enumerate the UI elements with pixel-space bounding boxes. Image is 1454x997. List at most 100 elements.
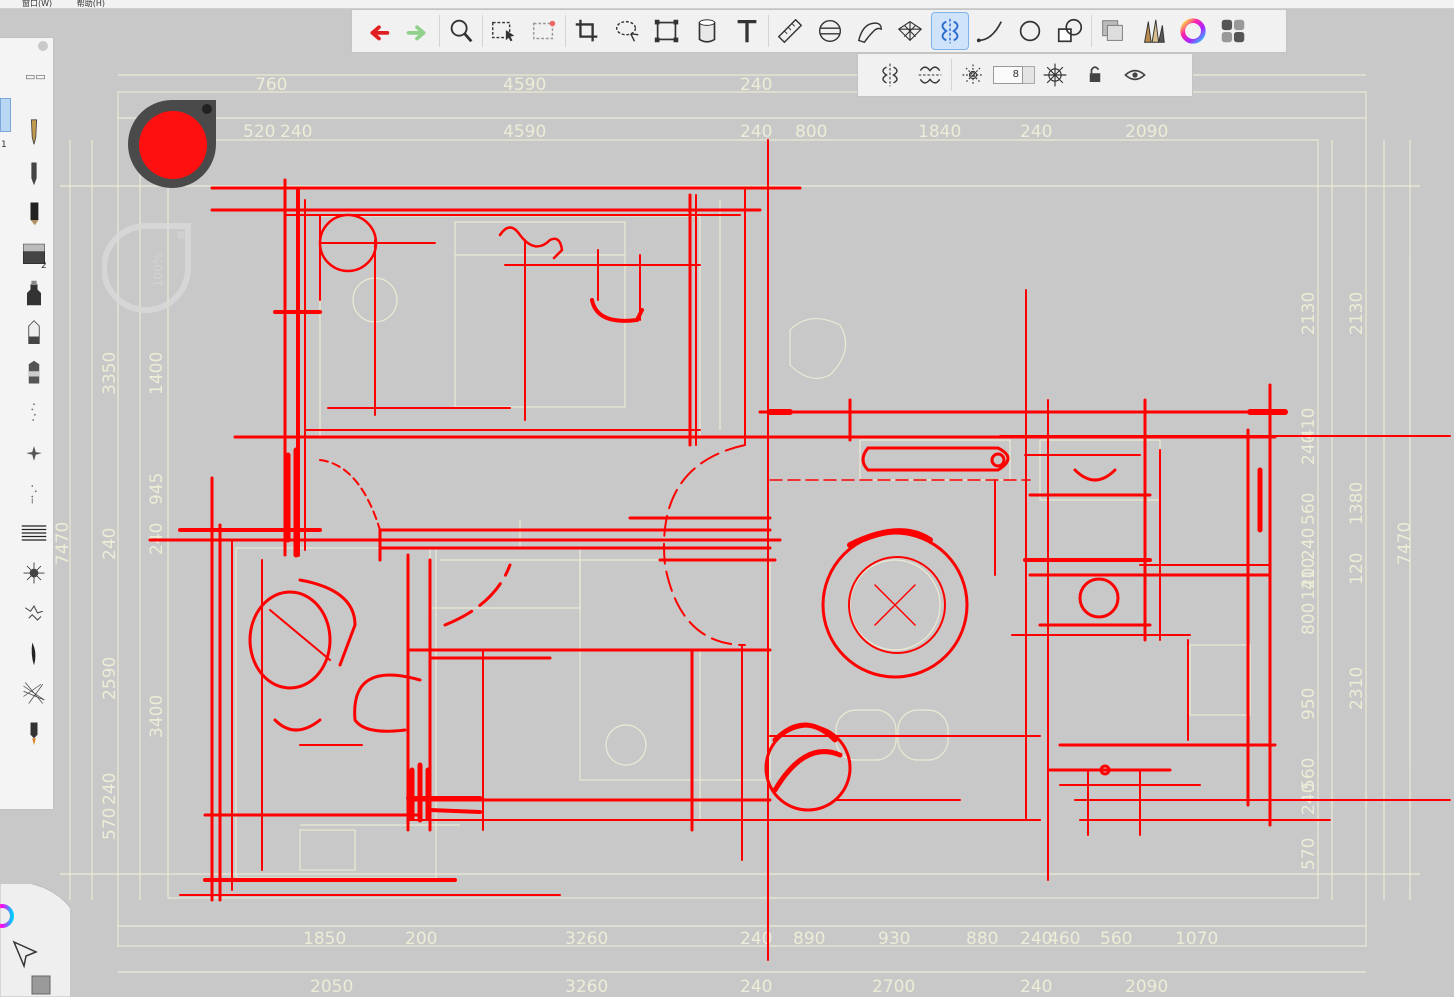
shapes-button[interactable]	[1051, 12, 1089, 50]
dimension-label: 800	[795, 122, 827, 142]
spray-nozzle-icon[interactable]	[20, 316, 48, 350]
dimension-label: 2700	[872, 977, 915, 997]
eye-icon[interactable]	[1115, 57, 1155, 93]
dimension-label: 4590	[503, 122, 546, 142]
dimension-label: 240	[1020, 977, 1052, 997]
stroke-button[interactable]	[971, 12, 1009, 50]
fill-bucket-icon	[698, 19, 716, 43]
smudge-brush-icon[interactable]	[20, 716, 48, 750]
ruler-button[interactable]	[771, 12, 809, 50]
axis-count-field[interactable]: 8	[993, 66, 1023, 84]
brush-size-puck[interactable]: 100%	[102, 222, 194, 314]
marker-icon[interactable]	[20, 196, 48, 230]
dimension-label: 570	[1299, 838, 1319, 870]
current-color-swatch	[139, 111, 207, 179]
close-icon[interactable]	[38, 41, 48, 51]
symmetry-icon	[941, 18, 959, 44]
color-button[interactable]	[1174, 12, 1212, 50]
symmetry-wave-icon[interactable]	[910, 57, 950, 93]
dimension-label: 240	[1299, 433, 1319, 465]
dimension-label: 880	[966, 929, 998, 949]
transform-button[interactable]	[648, 12, 686, 50]
dimension-label: 240	[100, 773, 120, 805]
dimension-label: 2130	[1299, 292, 1319, 335]
dimension-label: 2130	[1347, 292, 1367, 335]
symmetry-options-bar: 8	[857, 53, 1193, 97]
symmetry-y-icon[interactable]	[870, 57, 910, 93]
layers-button[interactable]	[1094, 12, 1132, 50]
redo-button[interactable]	[399, 12, 437, 50]
ellipse-guide-button[interactable]	[811, 12, 849, 50]
select-button[interactable]	[485, 12, 523, 50]
layers-icon[interactable]	[31, 975, 51, 995]
dimension-label: 3350	[100, 352, 120, 395]
dimension-label: 240	[100, 528, 120, 560]
lasso-icon	[615, 20, 639, 42]
dimension-label: 120	[1299, 568, 1319, 600]
dimension-label: 3400	[147, 695, 167, 738]
dimension-label: 760	[255, 75, 287, 95]
scatter-brush-icon[interactable]	[20, 476, 48, 510]
brush-count: 1	[1, 140, 7, 150]
red-sketch-strokes	[148, 139, 1451, 961]
layers-icon	[1102, 20, 1123, 41]
lagoon-menu[interactable]	[0, 884, 70, 997]
color-puck[interactable]	[128, 98, 220, 190]
dimension-label: 2590	[100, 657, 120, 700]
menu-help[interactable]: 帮助(H)	[77, 0, 105, 8]
shape-button[interactable]	[1011, 12, 1049, 50]
zoom-button[interactable]	[442, 12, 480, 50]
undo-button[interactable]	[359, 12, 397, 50]
star-brush-icon[interactable]	[20, 436, 48, 470]
dimension-label: 240	[1299, 783, 1319, 815]
swatch-grid-icon	[1221, 19, 1245, 43]
dimension-label: 2310	[1347, 667, 1367, 710]
pencil-icon[interactable]	[20, 156, 48, 190]
lasso-button[interactable]	[608, 12, 646, 50]
lock-icon[interactable]	[1075, 57, 1115, 93]
radial-center-icon[interactable]	[1035, 57, 1075, 93]
axis-count-stepper[interactable]	[1023, 66, 1035, 84]
perspective-button[interactable]	[891, 12, 929, 50]
fill-button[interactable]	[688, 12, 726, 50]
crop-button[interactable]	[568, 12, 606, 50]
separator	[951, 59, 952, 91]
select-delete-button[interactable]	[525, 12, 563, 50]
brush-palette: ▭▭ 1 2	[0, 37, 54, 810]
symmetry-button[interactable]	[931, 12, 969, 50]
dimension-label: 800	[1299, 603, 1319, 635]
dimension-label: 1850	[303, 929, 346, 949]
dimension-label: 240	[280, 122, 312, 142]
dot-brush-icon[interactable]	[20, 396, 48, 430]
ink-stroke-icon[interactable]	[20, 636, 48, 670]
french-curve-button[interactable]	[851, 12, 889, 50]
texture-brush-icon[interactable]	[20, 676, 48, 710]
splatter-brush-icon[interactable]	[20, 556, 48, 590]
chisel-marker-icon[interactable]	[20, 356, 48, 390]
shapes-icon	[1057, 18, 1083, 43]
circle-shape-icon	[1019, 20, 1041, 42]
selection-clear-icon	[532, 20, 556, 40]
separator	[565, 15, 566, 47]
dimension-label: 890	[793, 929, 825, 949]
dimension-label: 1840	[918, 122, 961, 142]
radial-symmetry-icon[interactable]	[953, 57, 993, 93]
dimension-label: 2050	[310, 977, 353, 997]
ballpoint-pen-icon[interactable]	[20, 115, 48, 149]
text-button[interactable]	[728, 12, 766, 50]
main-toolbar	[351, 9, 1287, 53]
grid-view-icon[interactable]: ▭▭	[25, 70, 46, 83]
palette-button[interactable]	[1214, 12, 1252, 50]
separator	[768, 15, 769, 47]
dimension-label: 3260	[565, 977, 608, 997]
separator	[482, 15, 483, 47]
hatch-brush-icon[interactable]	[20, 516, 48, 550]
menu-window[interactable]: 窗口(W)	[22, 0, 52, 8]
brushes-button[interactable]	[1134, 12, 1172, 50]
airbrush-icon[interactable]	[20, 276, 48, 310]
dimension-label: 7470	[53, 522, 73, 565]
eraser-icon[interactable]	[20, 236, 48, 270]
crackle-brush-icon[interactable]	[20, 596, 48, 630]
dimension-label: 930	[878, 929, 910, 949]
dimension-label: 7470	[1395, 522, 1415, 565]
